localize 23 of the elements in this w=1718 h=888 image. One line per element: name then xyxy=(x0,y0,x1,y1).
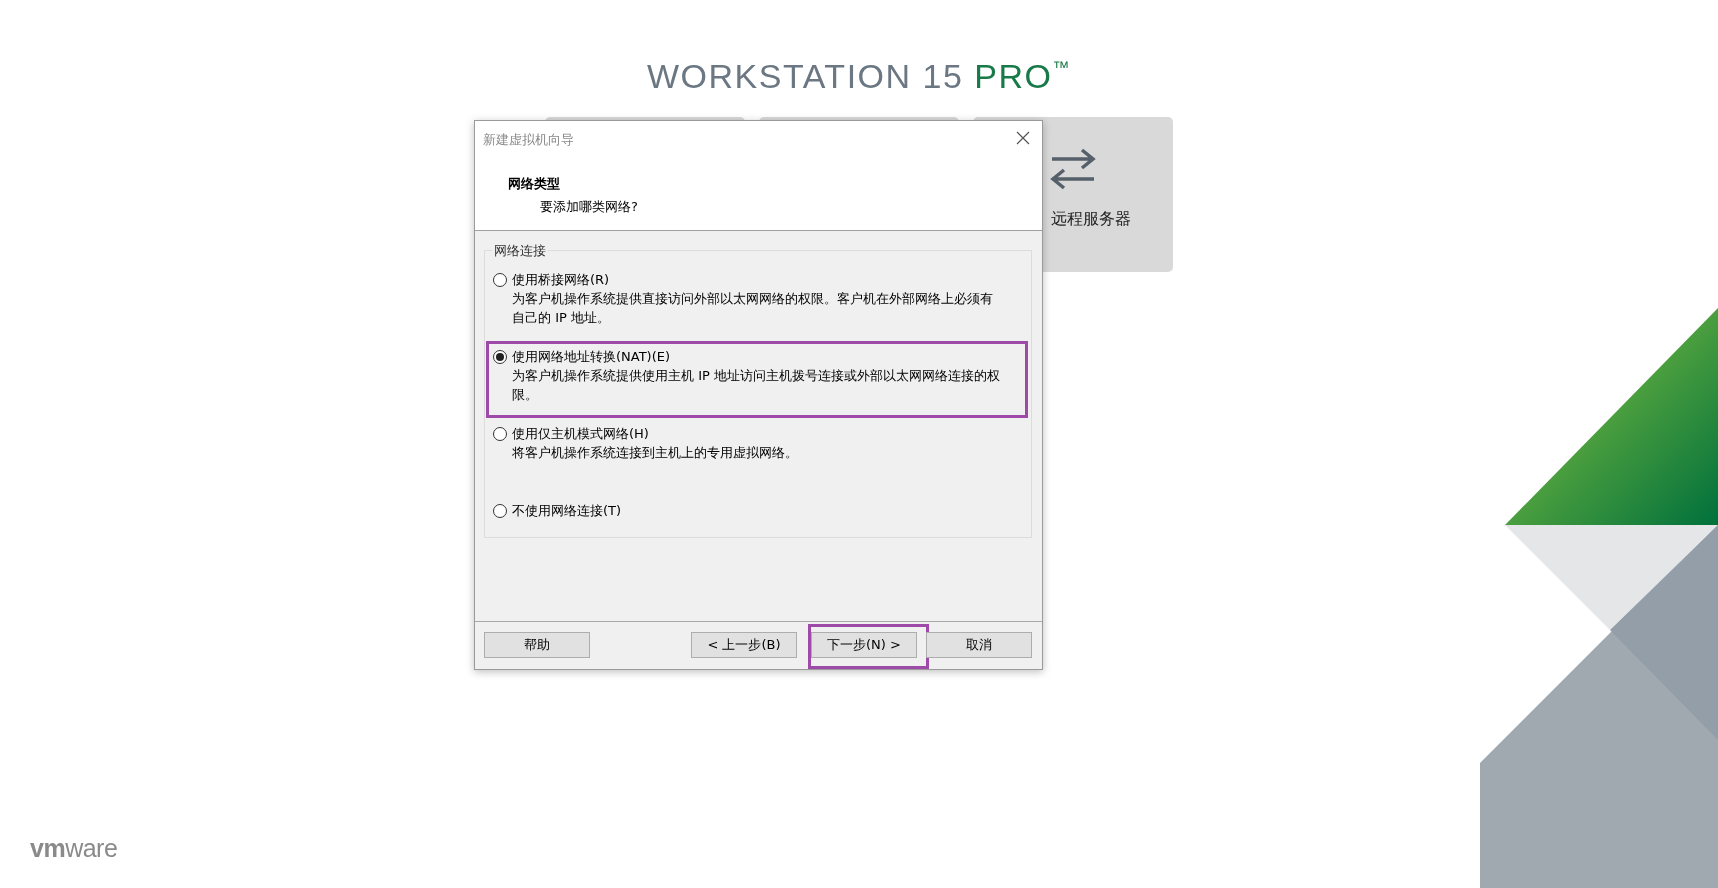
swap-arrows-icon xyxy=(1048,147,1098,192)
page-heading: 网络类型 xyxy=(508,175,560,191)
card-label: 远程服务器 xyxy=(1051,208,1131,231)
help-button[interactable]: 帮助 xyxy=(484,632,590,658)
radio-button[interactable] xyxy=(493,272,507,287)
option-description: 将客户机操作系统连接到主机上的专用虚拟网络。 xyxy=(511,444,799,462)
radio-button[interactable] xyxy=(493,426,507,441)
product-title: WORKSTATION 15 PRO$^{™}$ xyxy=(646,58,1072,96)
page-subheading: 要添加哪类网络? xyxy=(540,199,638,214)
option-description: 为客户机操作系统提供使用主机 IP 地址访问主机拨号连接或外部以太网网络连接的权限。 xyxy=(511,367,1001,404)
wizard-button[interactable]: < 上一步(B) xyxy=(691,632,797,658)
window-title: 新建虚拟机向导 xyxy=(482,131,574,149)
wizard-button[interactable]: 取消 xyxy=(926,632,1032,658)
radio-button[interactable] xyxy=(493,349,507,364)
close-icon[interactable] xyxy=(1016,131,1030,145)
option-label[interactable]: 使用仅主机模式网络(H) xyxy=(512,424,649,443)
option-label[interactable]: 不使用网络连接(T) xyxy=(512,501,622,520)
option-label[interactable]: 使用桥接网络(R) xyxy=(512,270,610,289)
option-label[interactable]: 使用网络地址转换(NAT)(E) xyxy=(512,347,671,366)
wizard-button[interactable]: 下一步(N) > xyxy=(811,632,917,658)
vmware-logo: vmware xyxy=(30,833,118,864)
radio-button[interactable] xyxy=(493,503,507,518)
option-description: 为客户机操作系统提供直接访问外部以太网网络的权限。客户机在外部网络上必须有自己的 IP 地址。 xyxy=(511,290,994,327)
